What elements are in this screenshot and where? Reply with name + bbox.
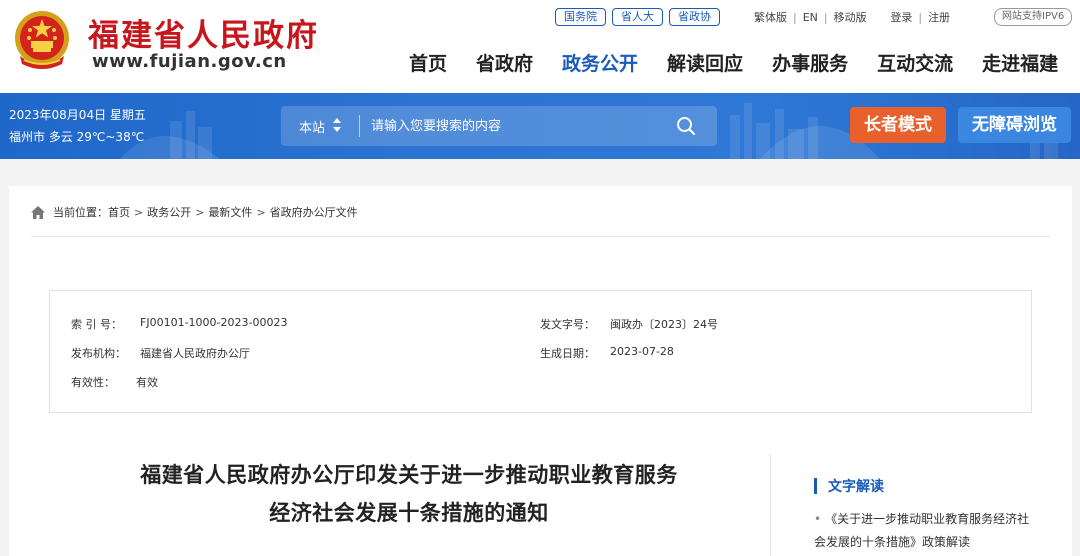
current-date: 2023年08月04日 星期五 <box>9 108 146 122</box>
breadcrumb: 当前位置： 首页 > 政务公开 > 最新文件 > 省政府办公厅文件 <box>31 204 358 220</box>
sidebar-title: 文字解读 <box>828 479 884 495</box>
breadcrumb-separator: > <box>134 205 144 219</box>
nav-government-affairs[interactable]: 政务公开 <box>562 49 638 76</box>
breadcrumb-home[interactable]: 首页 <box>108 204 130 220</box>
search-input[interactable] <box>371 111 651 141</box>
document-meta-box: 索 引 号： FJ00101-1000-2023-00023 发文字号： 闽政办… <box>49 290 1032 413</box>
breadcrumb-office-files[interactable]: 省政府办公厅文件 <box>270 204 358 220</box>
search-scope-select[interactable]: 本站 <box>299 117 325 136</box>
breadcrumb-latest-files[interactable]: 最新文件 <box>208 204 252 220</box>
nav-services[interactable]: 办事服务 <box>772 49 848 76</box>
breadcrumb-label: 当前位置： <box>53 206 108 219</box>
article-title: 福建省人民政府办公厅印发关于进一步推动职业教育服务 经济社会发展十条措施的通知 <box>69 456 749 532</box>
issuer-value: 福建省人民政府办公厅 <box>140 347 250 360</box>
document-number-value: 闽政办〔2023〕24号 <box>610 318 718 331</box>
nav-interaction[interactable]: 互动交流 <box>877 49 953 76</box>
generated-date-value: 2023-07-28 <box>610 345 674 358</box>
link-register[interactable]: 注册 <box>928 11 950 24</box>
search-box: 本站 <box>281 106 717 146</box>
validity-value: 有效 <box>136 376 158 389</box>
site-name[interactable]: 福建省人民政府 <box>88 10 319 55</box>
link-provincial-congress[interactable]: 省人大 <box>612 8 663 26</box>
link-state-council[interactable]: 国务院 <box>555 8 606 26</box>
accessible-browse-button[interactable]: 无障碍浏览 <box>958 107 1071 143</box>
home-icon <box>31 205 45 219</box>
article-title-line-1: 福建省人民政府办公厅印发关于进一步推动职业教育服务 <box>140 463 678 487</box>
divider: | <box>918 11 923 24</box>
link-english[interactable]: EN <box>803 11 818 24</box>
breadcrumb-separator: > <box>256 205 266 219</box>
nav-interpretation[interactable]: 解读回应 <box>667 49 743 76</box>
breadcrumb-government-affairs[interactable]: 政务公开 <box>147 204 191 220</box>
link-mobile[interactable]: 移动版 <box>834 11 867 24</box>
interpretation-link[interactable]: • 《关于进一步推动职业教育服务经济社会发展的十条措施》政策解读 <box>814 508 1036 554</box>
bullet-icon: • <box>814 512 822 526</box>
national-emblem-icon[interactable] <box>12 8 72 72</box>
interpretation-link-text[interactable]: 《关于进一步推动职业教育服务经济社会发展的十条措施》政策解读 <box>814 512 1029 549</box>
divider: | <box>793 11 797 24</box>
quick-links: 国务院 省人大 省政协 <box>555 8 720 26</box>
main-nav: 首页 省政府 政务公开 解读回应 办事服务 互动交流 走进福建 <box>409 49 1058 76</box>
index-number-label: 索 引 号： <box>71 318 122 331</box>
site-header: 福建省人民政府 www.fujian.gov.cn 国务院 省人大 省政协 繁体… <box>0 0 1080 93</box>
nav-about-fujian[interactable]: 走进福建 <box>982 49 1058 76</box>
divider <box>359 115 360 137</box>
nav-home[interactable]: 首页 <box>409 49 447 76</box>
validity-label: 有效性： <box>71 376 115 389</box>
ipv6-badge: 网站支持IPV6 <box>994 8 1073 26</box>
nav-provincial-government[interactable]: 省政府 <box>476 49 533 76</box>
search-icon[interactable] <box>675 115 697 137</box>
divider <box>31 236 1050 237</box>
sort-arrows-icon[interactable] <box>332 116 342 134</box>
divider <box>770 454 771 556</box>
content-card: 当前位置： 首页 > 政务公开 > 最新文件 > 省政府办公厅文件 索 引 号：… <box>9 186 1072 556</box>
divider: | <box>823 11 828 24</box>
site-url: www.fujian.gov.cn <box>92 51 287 72</box>
link-traditional-chinese[interactable]: 繁体版 <box>754 11 787 24</box>
index-number-value: FJ00101-1000-2023-00023 <box>140 316 288 329</box>
breadcrumb-separator: > <box>195 205 205 219</box>
link-login[interactable]: 登录 <box>890 11 912 24</box>
article-title-line-2: 经济社会发展十条措施的通知 <box>269 501 549 525</box>
utility-links: 繁体版|EN|移动版|登录|注册 <box>754 9 950 25</box>
issuer-label: 发布机构： <box>71 347 126 360</box>
document-number-label: 发文字号： <box>540 318 595 331</box>
link-provincial-cppcc[interactable]: 省政协 <box>669 8 720 26</box>
weather-info: 福州市 多云 29℃~38℃ <box>9 130 145 144</box>
info-search-band: 2023年08月04日 星期五 福州市 多云 29℃~38℃ 本站 长者模式 无… <box>0 93 1080 159</box>
section-marker <box>814 478 817 494</box>
generated-date-label: 生成日期： <box>540 347 595 360</box>
elder-mode-button[interactable]: 长者模式 <box>850 107 946 143</box>
